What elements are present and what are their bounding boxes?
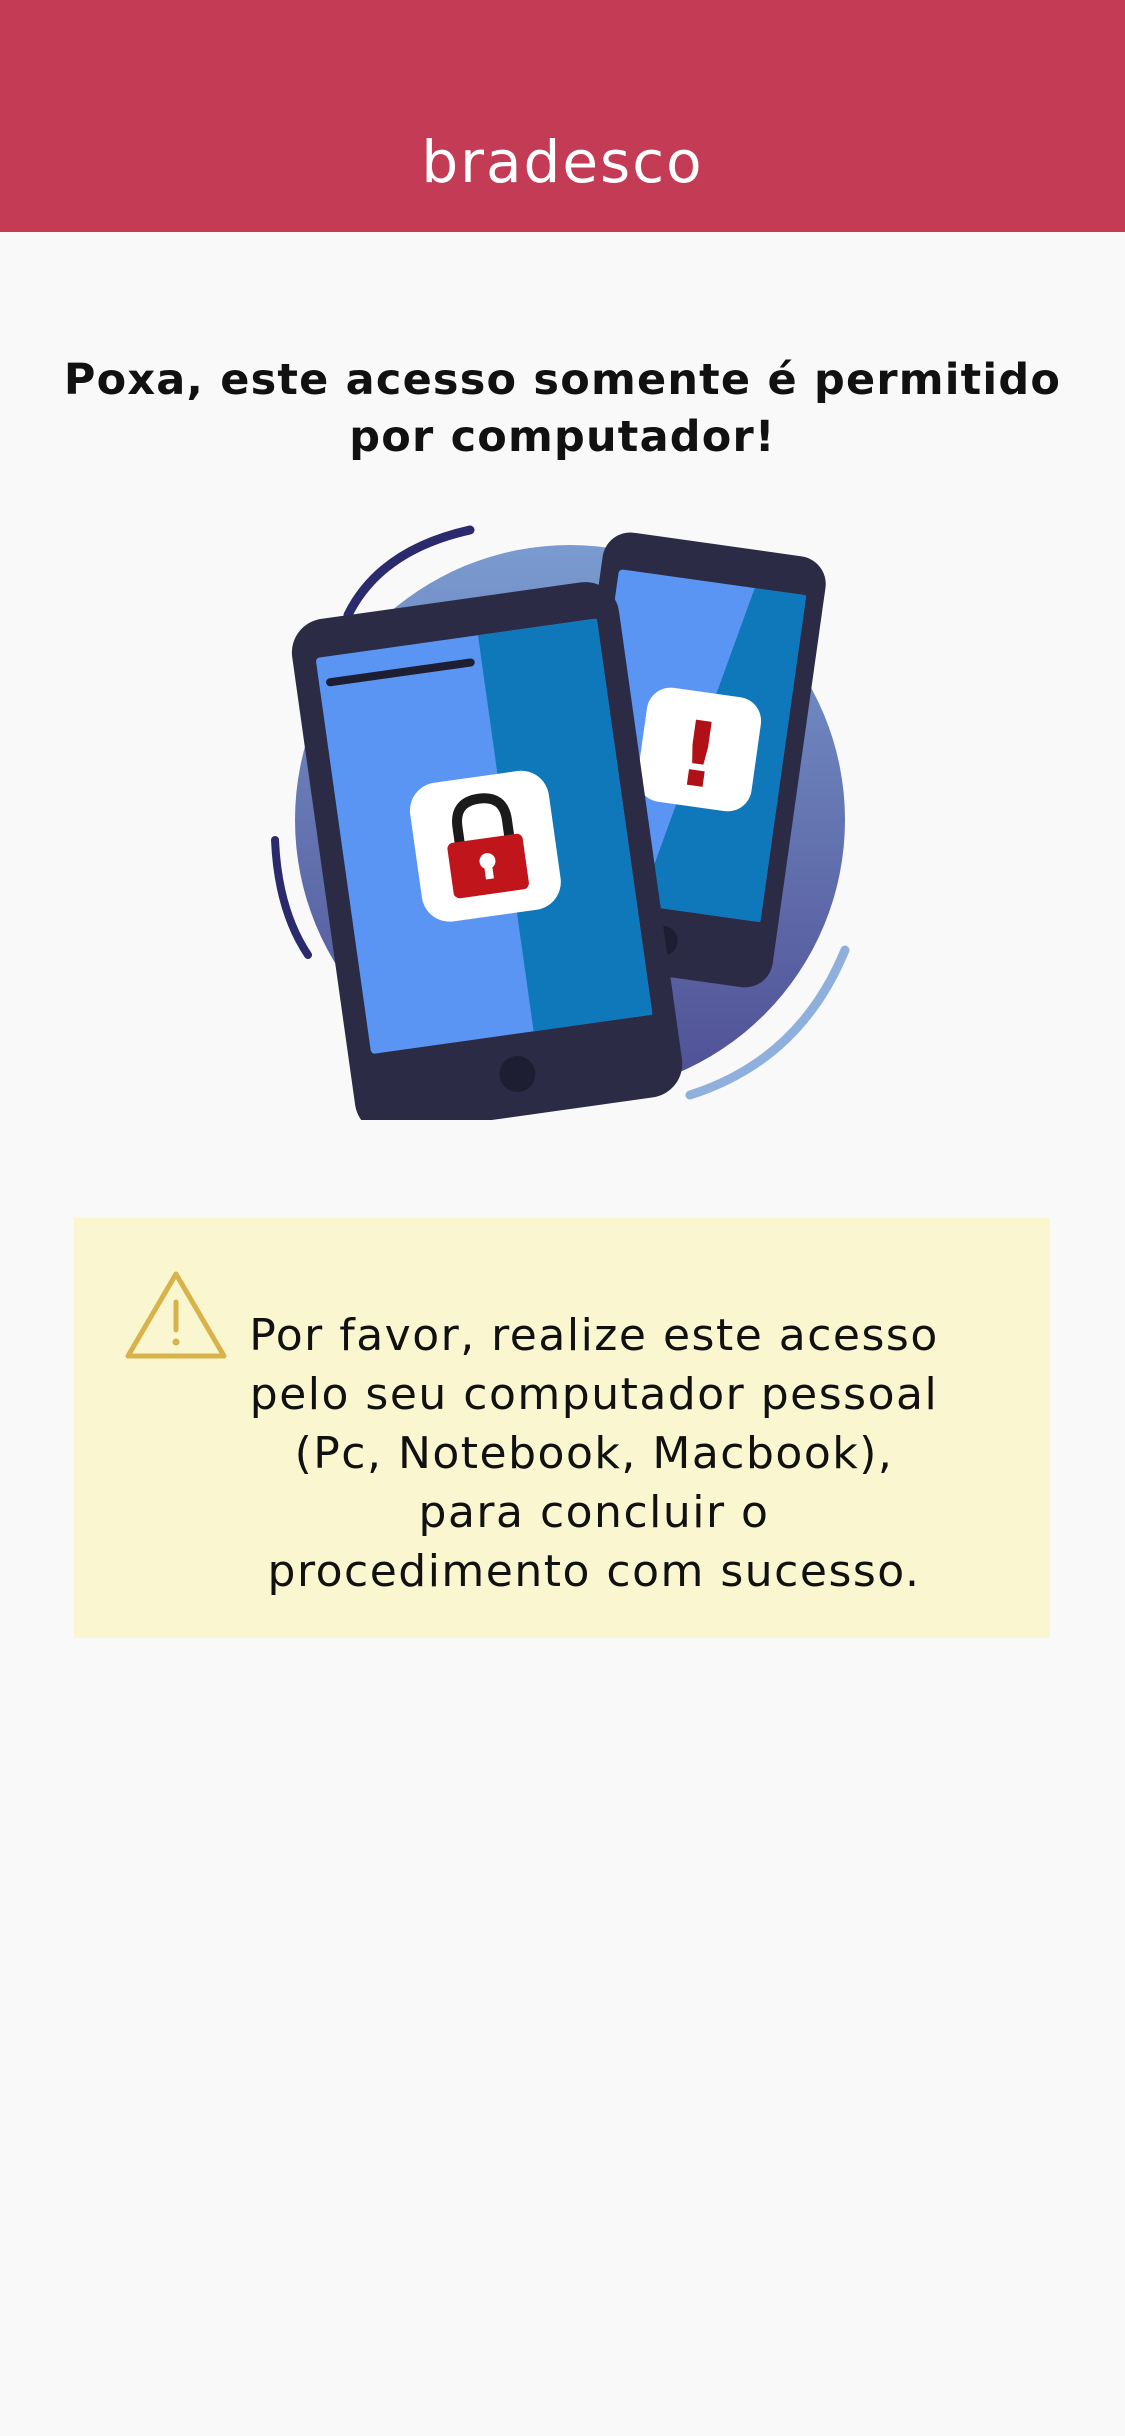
brand-title: bradesco [421,128,704,196]
notice-message: Por favor, realize este acesso pelo seu … [249,1310,939,1597]
notice-box: Por favor, realize este acesso pelo seu … [74,1218,1050,1638]
page-title: Poxa, este acesso somente é permitido po… [63,355,1062,462]
warning-triangle-icon [125,1271,227,1359]
phones-illustration: ! [271,525,850,1120]
app-header: bradesco [0,0,1125,232]
